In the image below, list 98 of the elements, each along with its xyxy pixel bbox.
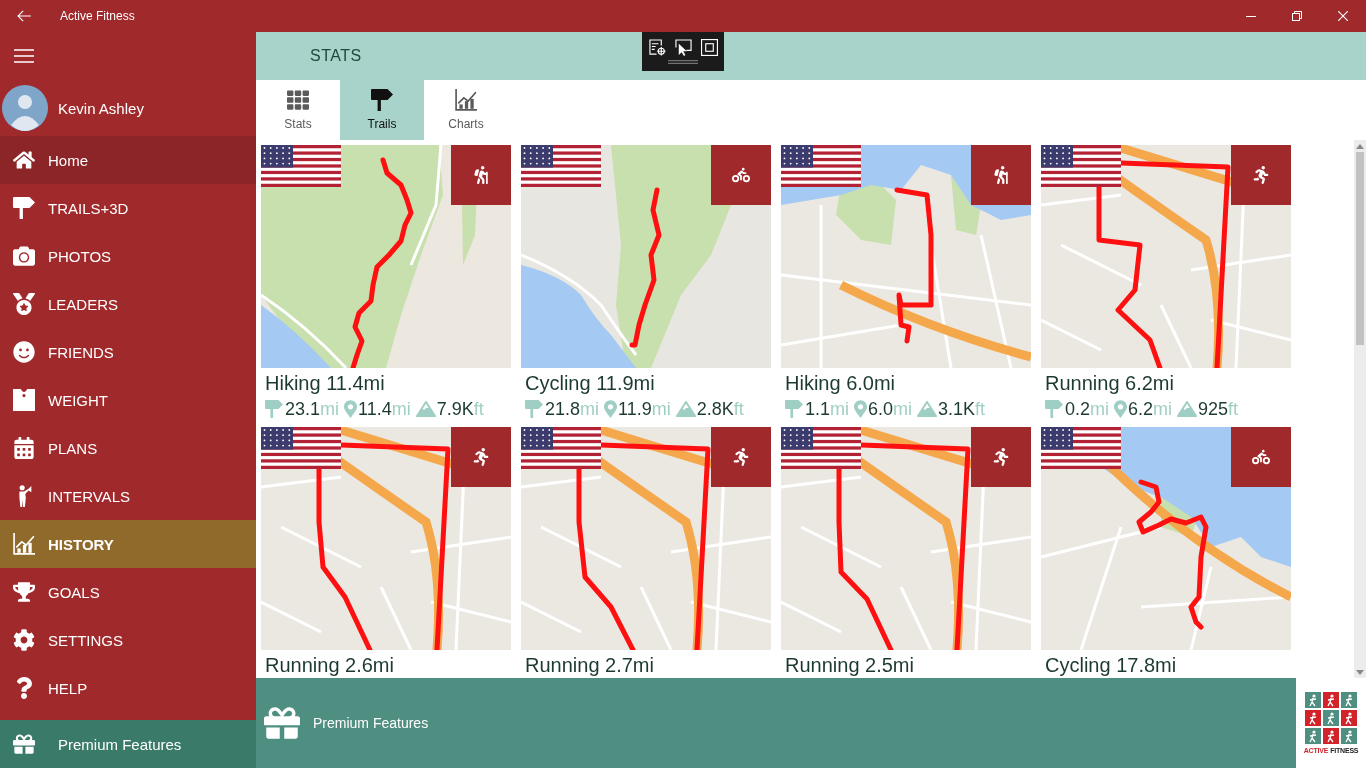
flag-icon — [521, 145, 601, 187]
signpost-icon — [370, 89, 394, 111]
nav-item[interactable]: WEIGHT — [0, 376, 256, 424]
trail-distance: 23.1mi — [285, 398, 340, 420]
avatar-placeholder — [2, 85, 48, 131]
nav-item[interactable]: HELP — [0, 664, 256, 712]
hiker-icon — [971, 145, 1031, 205]
camera-icon — [13, 245, 35, 267]
drag-handle-icon[interactable] — [668, 60, 698, 64]
trail-title: Hiking 11.4mi — [264, 371, 386, 395]
settings-icon — [13, 629, 35, 651]
route-distance: 11.9mi — [618, 398, 671, 420]
flag-icon — [1041, 145, 1121, 187]
route-distance: 6.2mi — [1128, 398, 1173, 420]
nav-item[interactable]: PHOTOS — [0, 232, 256, 280]
scrollbar-thumb[interactable] — [1356, 152, 1364, 345]
nav-item[interactable]: GOALS — [0, 568, 256, 616]
mountain-icon — [415, 400, 436, 418]
elevation-gain: 2.8Kft — [696, 398, 744, 420]
cyclist-icon — [711, 145, 771, 205]
trophy-icon — [13, 581, 35, 603]
smiley-icon — [13, 341, 35, 363]
grid-icon — [286, 89, 310, 111]
calendar-icon — [13, 437, 35, 459]
scale-icon — [13, 389, 35, 411]
runner-icon — [1231, 145, 1291, 205]
chart-icon — [454, 89, 478, 111]
flag-icon — [1041, 427, 1121, 469]
frame-icon[interactable] — [700, 39, 718, 56]
scroll-up-icon[interactable] — [1356, 144, 1364, 149]
inspect-list-icon[interactable] — [648, 39, 666, 56]
elevation-gain: 7.9Kft — [436, 398, 484, 420]
mountain-icon — [675, 400, 696, 418]
runner-icon — [711, 427, 771, 487]
elevation-gain: 3.1Kft — [938, 398, 986, 420]
close-icon — [1338, 11, 1348, 21]
signpost-icon — [264, 400, 284, 418]
runner-icon — [451, 427, 511, 487]
flag-icon — [261, 145, 341, 187]
pin-icon — [344, 400, 358, 418]
signpost-icon — [13, 197, 35, 219]
elevation-gain: 925ft — [1198, 398, 1239, 420]
logo-icon — [1305, 692, 1357, 744]
pin-icon — [1114, 400, 1128, 418]
user-name: Kevin Ashley — [58, 99, 144, 117]
scroll-down-icon[interactable] — [1356, 670, 1364, 675]
tab[interactable]: Stats — [256, 80, 340, 140]
nav-item[interactable]: LEADERS — [0, 280, 256, 328]
signpost-icon — [524, 400, 544, 418]
signpost-icon — [784, 400, 804, 418]
trail-title: Running 2.7mi — [524, 653, 655, 677]
gift-icon — [13, 733, 35, 755]
flag-icon — [261, 427, 341, 469]
restore-icon — [1292, 11, 1302, 21]
premium-banner[interactable]: Premium Features — [256, 678, 1296, 768]
nav-item[interactable]: Home — [0, 136, 256, 184]
trail-title: Cycling 17.8mi — [1044, 653, 1178, 677]
page-title: STATS — [310, 47, 362, 65]
minimize-icon — [1246, 15, 1256, 17]
cursor-icon[interactable] — [674, 39, 692, 56]
hiker-icon — [451, 145, 511, 205]
home-icon — [13, 149, 35, 171]
trail-title: Hiking 6.0mi — [784, 371, 897, 395]
nav-item[interactable]: TRAILS+3D — [0, 184, 256, 232]
medal-icon — [13, 293, 35, 315]
trail-title: Running 6.2mi — [1044, 371, 1175, 395]
nav-item[interactable]: PLANS — [0, 424, 256, 472]
nav-item[interactable]: INTERVALS — [0, 472, 256, 520]
gift-icon — [264, 705, 300, 741]
trail-title: Running 2.5mi — [784, 653, 915, 677]
trail-distance: 21.8mi — [545, 398, 600, 420]
pin-icon — [604, 400, 618, 418]
route-distance: 11.4mi — [358, 398, 411, 420]
pin-icon — [854, 400, 868, 418]
trail-title: Cycling 11.9mi — [524, 371, 656, 395]
back-arrow-icon — [17, 10, 31, 22]
trail-distance: 0.2mi — [1065, 398, 1110, 420]
mountain-icon — [917, 400, 938, 418]
trail-distance: 1.1mi — [805, 398, 850, 420]
menu-icon — [14, 49, 34, 63]
chart-icon — [13, 533, 35, 555]
trail-title: Running 2.6mi — [264, 653, 395, 677]
cyclist-icon — [1231, 427, 1291, 487]
scrollbar-track[interactable] — [1354, 140, 1366, 678]
window-title: Active Fitness — [60, 9, 135, 23]
premium-features-button[interactable]: Premium Features — [0, 720, 256, 768]
tab[interactable]: Trails — [340, 80, 424, 140]
nav-item[interactable]: FRIENDS — [0, 328, 256, 376]
nav-item[interactable]: HISTORY — [0, 520, 256, 568]
signpost-icon — [1044, 400, 1064, 418]
route-distance: 6.0mi — [868, 398, 913, 420]
tab[interactable]: Charts — [424, 80, 508, 140]
mountain-icon — [1177, 400, 1198, 418]
flag-icon — [781, 427, 861, 469]
runner-icon — [971, 427, 1031, 487]
flag-icon — [781, 145, 861, 187]
flag-icon — [521, 427, 601, 469]
nav-item[interactable]: SETTINGS — [0, 616, 256, 664]
